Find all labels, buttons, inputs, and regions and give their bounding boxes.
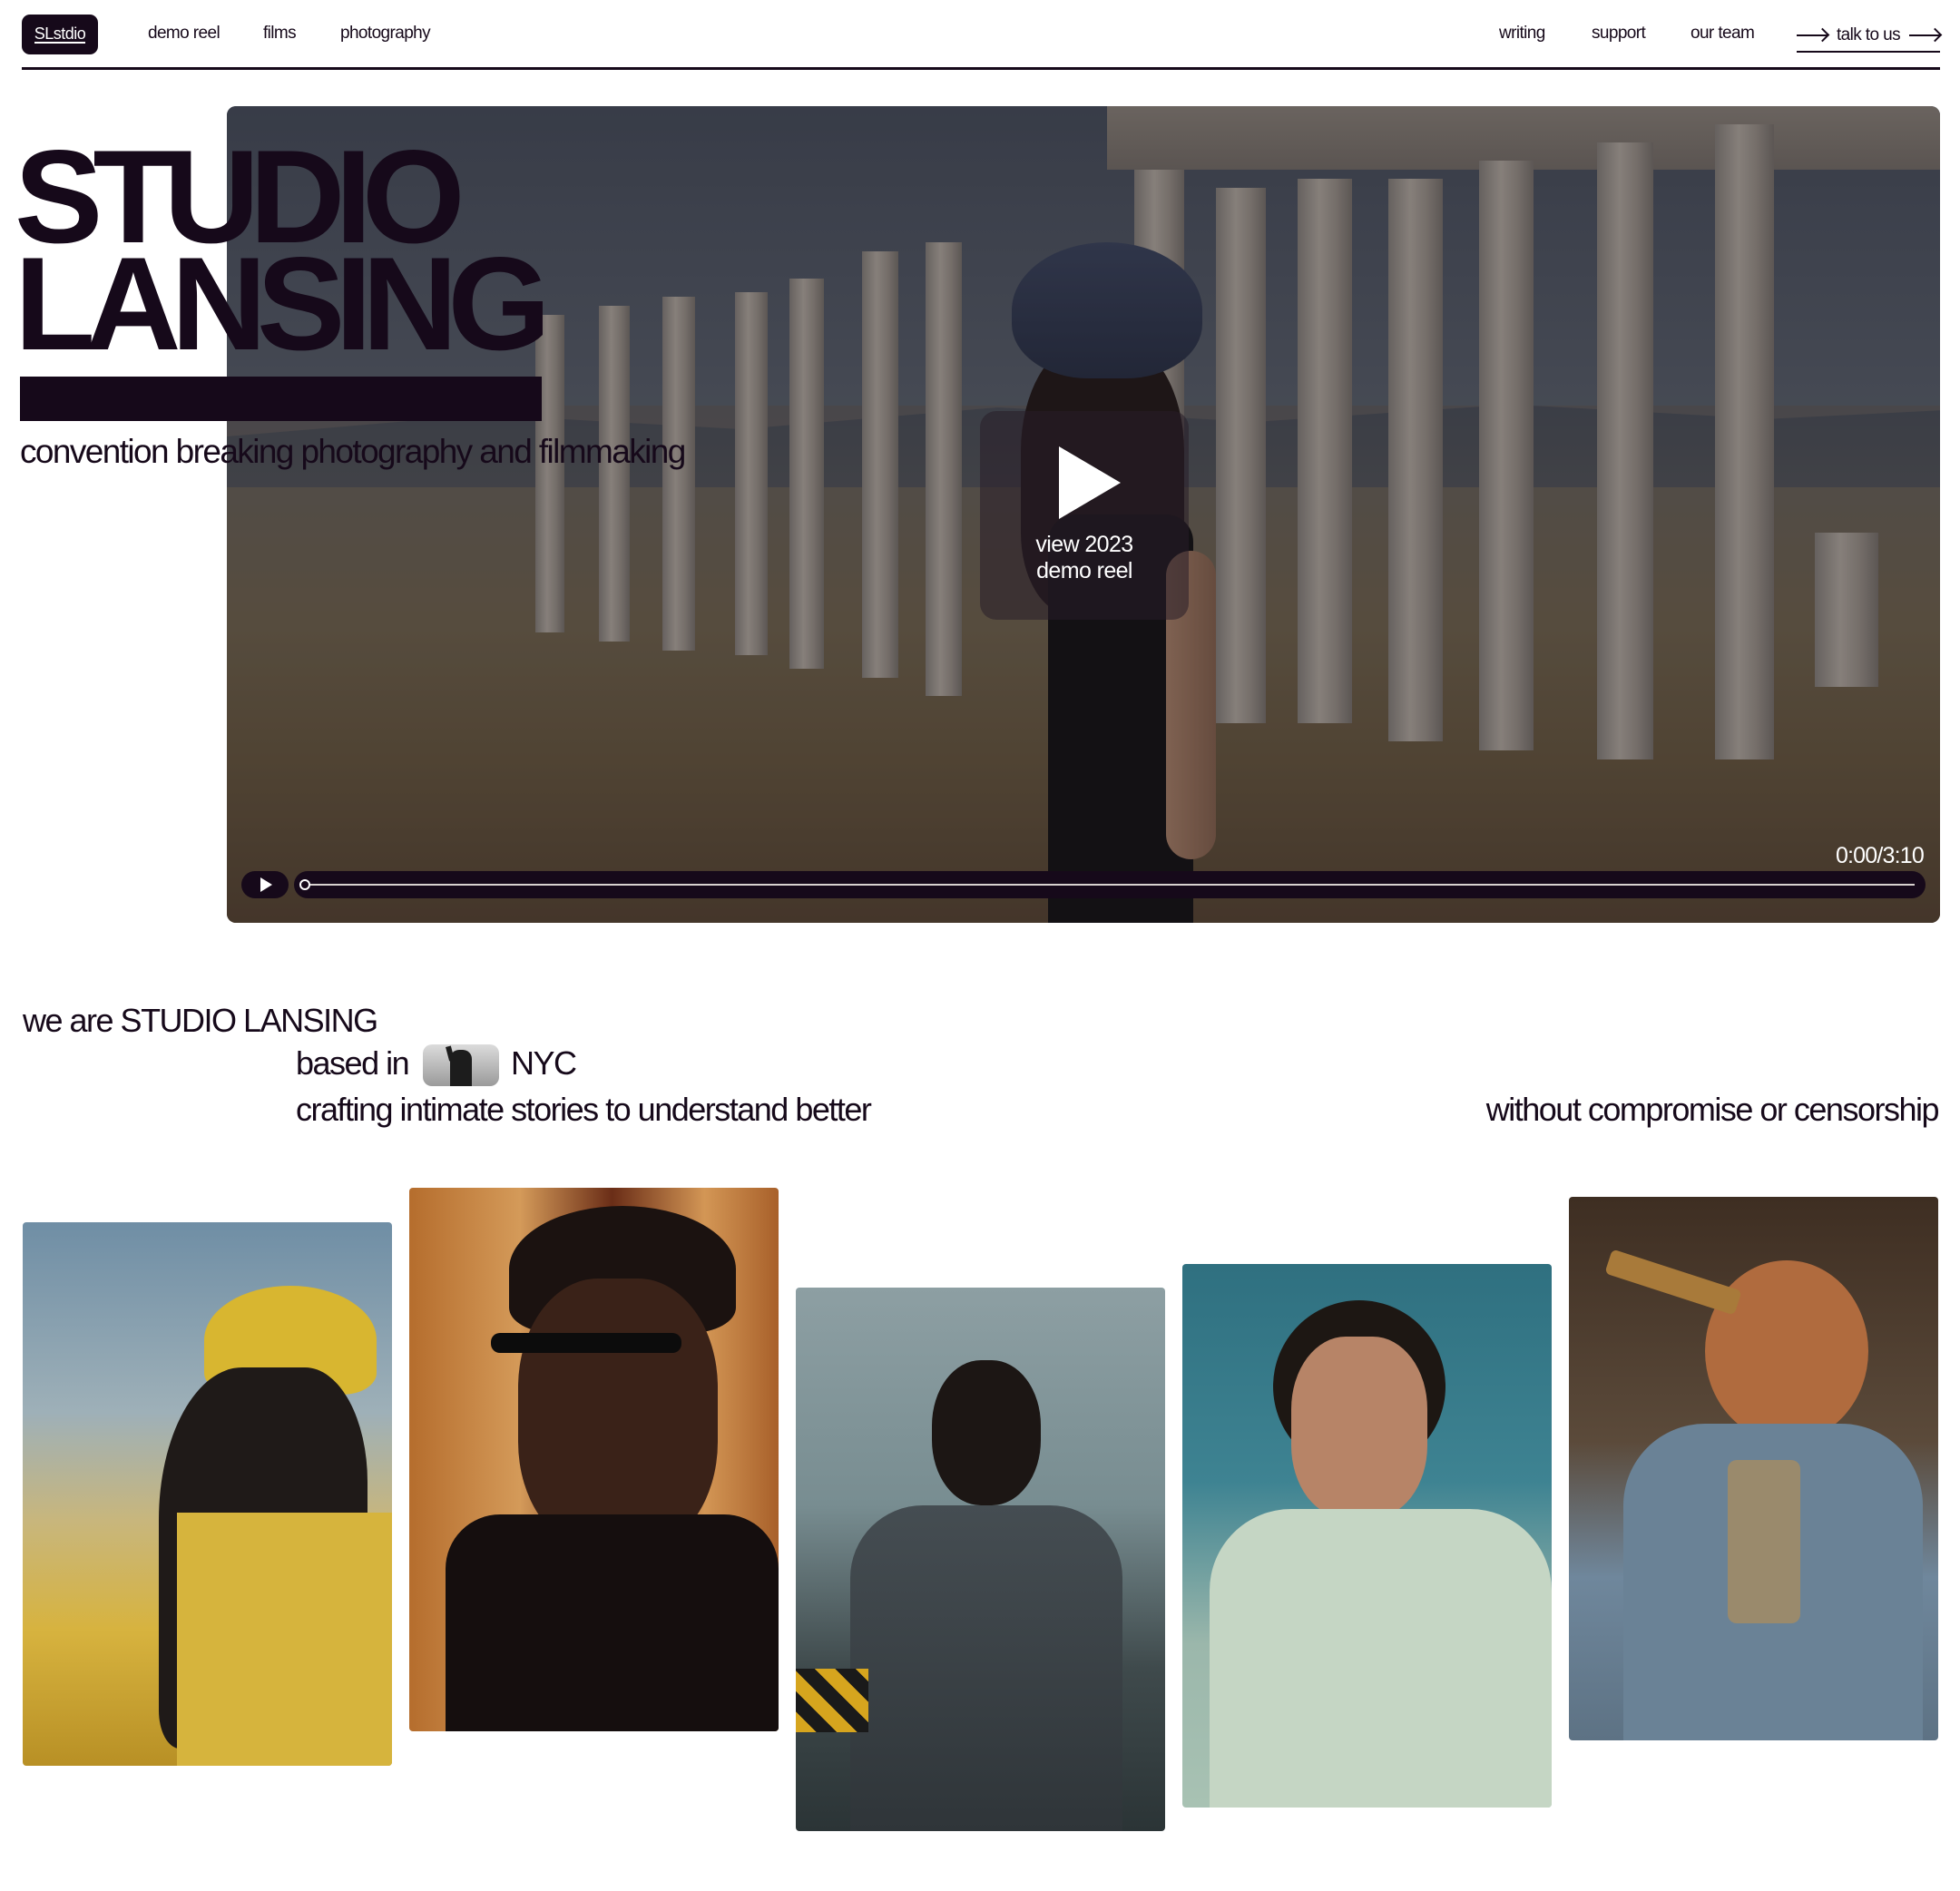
logo-text: SLstdio [34,24,86,44]
intro-city: NYC [511,1044,577,1082]
progress-track [305,884,1915,886]
nav-link-support[interactable]: support [1592,24,1646,44]
play-icon [1059,446,1121,519]
hero-tagline: convention breaking photography and film… [20,433,686,470]
arrow-right-icon [1909,34,1940,36]
intro-line-1: we are STUDIO LANSING [23,1002,378,1039]
title-underline-bar [20,377,542,421]
portrait-photo-plaid-coat[interactable] [796,1288,1165,1831]
nav-link-films[interactable]: films [263,24,297,44]
title-line-2: LANSING [15,230,551,377]
arrow-right-icon [1796,34,1828,36]
top-nav: SLstdio demo reel films photography writ… [22,0,1940,70]
video-play-button[interactable] [241,871,289,898]
intro-line-3-right: without compromise or censorship [1485,1091,1940,1128]
portrait-photo-sunglasses-man[interactable] [409,1188,779,1731]
talk-to-us-label: talk to us [1836,25,1901,44]
portrait-photo-bearded-man[interactable] [1182,1264,1552,1808]
intro-based-in: based in [296,1044,410,1082]
nav-link-writing[interactable]: writing [1499,24,1545,44]
portrait-photo-spyglass-woman[interactable] [1569,1197,1938,1740]
play-icon [260,877,272,892]
nav-link-our-team[interactable]: our team [1690,24,1755,44]
statue-of-liberty-thumbnail [423,1044,499,1086]
play-card-label-line1: view 2023 [1035,532,1133,557]
portrait-photo-yellow-hat[interactable] [23,1222,392,1766]
nav-link-photography[interactable]: photography [340,24,431,44]
intro-line-3: crafting intimate stories to understand … [296,1091,872,1128]
view-demo-reel-button[interactable]: view 2023 demo reel [980,411,1189,620]
progress-scrubber[interactable] [299,879,310,890]
page-title: STUDIO LANSING [15,131,551,370]
video-progress-bar[interactable] [294,871,1926,898]
video-time: 0:00/3:10 [1835,843,1925,868]
play-card-label-line2: demo reel [1036,558,1132,583]
talk-to-us-button[interactable]: talk to us [1796,22,1940,53]
nav-link-demo-reel[interactable]: demo reel [148,24,220,44]
logo-button[interactable]: SLstdio [22,15,98,54]
